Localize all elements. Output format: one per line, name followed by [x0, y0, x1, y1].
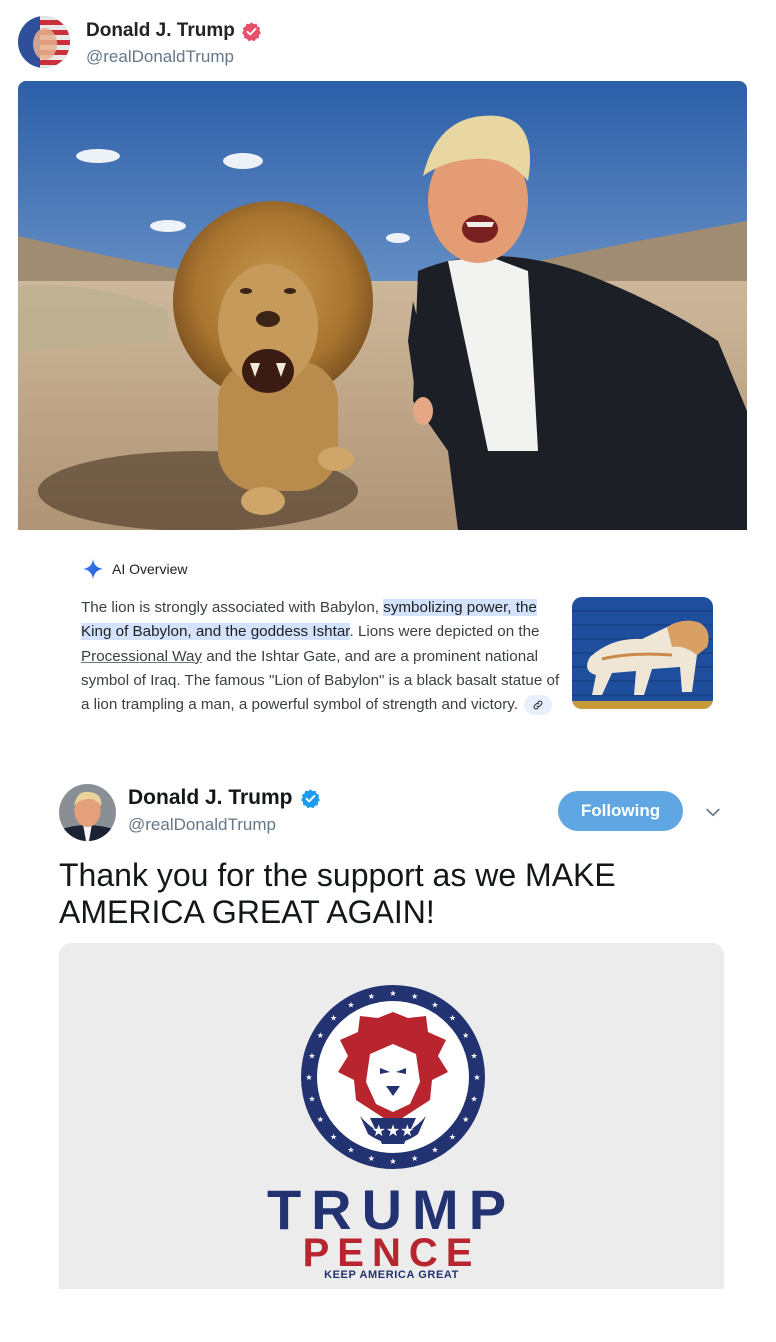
- logo-tagline: KEEP AMERICA GREAT: [324, 1269, 459, 1281]
- ai-overview-text-part1: The lion is strongly associated with Bab…: [81, 599, 384, 616]
- author-name-text[interactable]: Donald J. Trump: [128, 786, 293, 810]
- author-handle[interactable]: @realDonaldTrump: [128, 815, 276, 835]
- emblem-star-icon: ★: [347, 1146, 354, 1155]
- link-icon: [533, 700, 543, 710]
- author-name[interactable]: Donald J. Trump: [86, 20, 262, 42]
- post-header: Donald J. Trump @realDonaldTrump: [18, 16, 758, 72]
- tweet-text: Thank you for the support as we MAKE AME…: [59, 857, 616, 930]
- emblem-star-icon: ★: [411, 1154, 418, 1163]
- author-handle[interactable]: @realDonaldTrump: [86, 47, 234, 67]
- emblem-star-icon: ★: [317, 1031, 324, 1040]
- emblem-star-icon: ★: [330, 1014, 337, 1023]
- author-name-text[interactable]: Donald J. Trump: [86, 20, 235, 42]
- sparkle-icon: [82, 558, 104, 580]
- emblem-star-icon: ★: [411, 992, 418, 1001]
- logo-line-trump: TRUMP: [266, 1178, 517, 1241]
- ai-overview-text-part2: . Lions were depic­ted on the: [349, 623, 540, 641]
- post-image-lion-photo[interactable]: [18, 81, 747, 530]
- verified-badge-icon: [300, 788, 320, 808]
- emblem-star-icon: ★: [368, 1154, 375, 1163]
- post-image-campaign-logo[interactable]: ★ ★ ★ ★ ★ ★ ★ ★ ★ ★ ★ ★ ★ ★ ★ ★ ★ ★ ★ ★ ★ ★ ★ ★ ★★★ TRUMP PENCE…: [59, 943, 724, 1289]
- emblem-star-icon: ★: [431, 1000, 438, 1009]
- emblem-star-icon: ★: [389, 1157, 396, 1166]
- following-button[interactable]: Following: [558, 791, 683, 831]
- emblem-star-icon: ★: [308, 1051, 315, 1060]
- emblem-star-icon: ★: [449, 1014, 456, 1023]
- emblem-star-icon: ★: [473, 1073, 480, 1082]
- emblem-star-icon: ★: [462, 1031, 469, 1040]
- emblem-star-icon: ★: [317, 1115, 324, 1124]
- emblem-star-icon: ★: [471, 1051, 478, 1060]
- avatar[interactable]: [59, 784, 116, 841]
- ai-overview-header: AI Overview: [82, 558, 187, 580]
- ai-overview-text: The lion is strongly associated with Bab…: [81, 596, 567, 717]
- verified-badge-icon: [241, 21, 261, 41]
- emblem-star-icon: ★: [305, 1073, 312, 1082]
- avatar[interactable]: [18, 16, 70, 68]
- source-link-chip[interactable]: [524, 695, 552, 716]
- emblem-star-icon: ★: [347, 1000, 354, 1009]
- emblem-star-icon: ★: [308, 1095, 315, 1104]
- emblem-star-icon: ★: [449, 1132, 456, 1141]
- lion-emblem-icon: ★★★★★★★★★★★★★★★★★★ ★ ★★★★★ ★★★: [301, 985, 485, 1169]
- emblem-star-icon: ★: [471, 1095, 478, 1104]
- chevron-down-icon[interactable]: [703, 802, 723, 822]
- emblem-star-icon: ★: [389, 989, 396, 998]
- emblem-star-icon: ★: [330, 1132, 337, 1141]
- emblem-star-icon: ★: [462, 1115, 469, 1124]
- ishtar-gate-lion-image[interactable]: [572, 597, 713, 709]
- emblem-star-icon: ★: [431, 1146, 438, 1155]
- ai-overview-title: AI Overview: [112, 561, 188, 577]
- emblem-star-icon: ★: [368, 992, 375, 1001]
- processional-way-link[interactable]: Processional Way: [81, 648, 202, 665]
- svg-text:★★★: ★★★: [371, 1121, 414, 1140]
- author-name[interactable]: Donald J. Trump: [128, 786, 321, 810]
